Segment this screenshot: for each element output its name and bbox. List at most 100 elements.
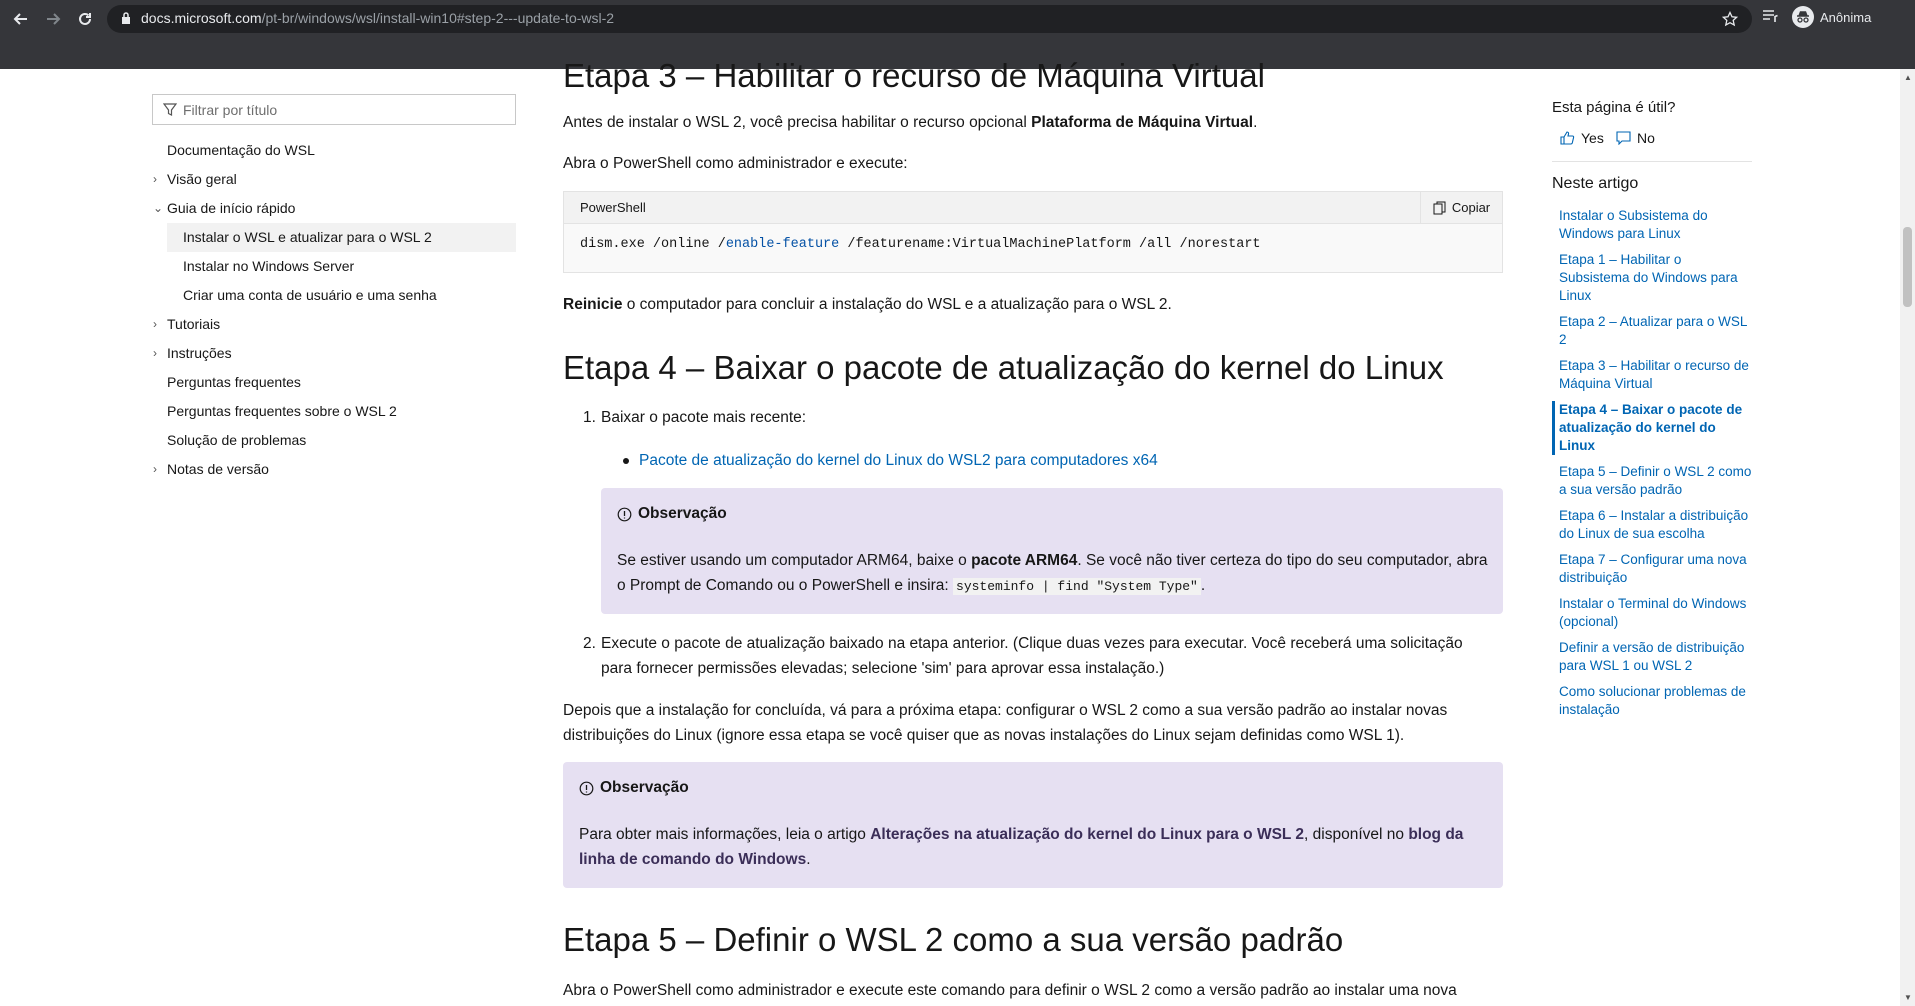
yes-label: Yes xyxy=(1581,130,1604,146)
browser-toolbar: docs.microsoft.com/pt-br/windows/wsl/ins… xyxy=(0,0,1915,69)
url-text: docs.microsoft.com/pt-br/windows/wsl/ins… xyxy=(141,10,614,26)
back-button[interactable] xyxy=(8,6,34,32)
playlist-icon xyxy=(1763,10,1778,22)
toc-item-label: Criar uma conta de usuário e uma senha xyxy=(183,287,437,303)
text: . xyxy=(1200,577,1206,594)
step3-heading: Etapa 3 – Habilitar o recurso de Máquina… xyxy=(563,57,1265,94)
toc-item-instalar-wsl[interactable]: Instalar o WSL e atualizar para o WSL 2 xyxy=(167,223,516,252)
note-title: Observação xyxy=(617,505,727,523)
step5-heading: Etapa 5 – Definir o WSL 2 como a sua ver… xyxy=(563,921,1344,958)
toc-item-visao-geral[interactable]: › Visão geral xyxy=(150,165,516,194)
code-text: dism.exe /online /enable-feature /featur… xyxy=(580,237,1261,252)
url-path: /pt-br/windows/wsl/install-win10#step-2-… xyxy=(261,10,615,26)
chat-icon xyxy=(1616,131,1631,145)
toc-item-perguntas[interactable]: Perguntas frequentes xyxy=(150,368,516,397)
copy-button[interactable]: Copiar xyxy=(1420,192,1502,223)
forward-button[interactable] xyxy=(40,6,66,32)
inline-code: systeminfo | find "System Type" xyxy=(953,578,1201,595)
toc-item-label: Perguntas frequentes xyxy=(167,374,301,390)
toc-item-notas-versao[interactable]: › Notas de versão xyxy=(150,455,516,484)
no-button[interactable]: No xyxy=(1616,130,1655,146)
toc-item-solucao[interactable]: Solução de problemas xyxy=(150,426,516,455)
reload-icon xyxy=(79,12,91,25)
rail-link[interactable]: Etapa 2 – Atualizar para o WSL 2 xyxy=(1552,313,1752,349)
note-body: Se estiver usando um computador ARM64, b… xyxy=(617,548,1493,599)
list-number: 1. xyxy=(583,409,596,426)
toc-filter-input[interactable] xyxy=(183,99,503,121)
profile-button[interactable]: Anônima xyxy=(1792,6,1871,28)
page-scrollbar[interactable]: ▲ ▼ xyxy=(1900,69,1915,1006)
code-block-header: PowerShell Copiar xyxy=(564,192,1502,224)
rail-link[interactable]: Instalar o Terminal do Windows (opcional… xyxy=(1552,595,1752,631)
text-line: Depois que a instalação for concluída, v… xyxy=(563,702,1448,719)
note-body: Para obter mais informações, leia o arti… xyxy=(579,822,1491,872)
info-icon xyxy=(617,507,632,521)
after-install-paragraph: Depois que a instalação for concluída, v… xyxy=(563,698,1503,748)
list-number: 2. xyxy=(583,635,596,652)
text-line: Execute o pacote de atualização baixado … xyxy=(601,635,1463,652)
text-line: para fornecer permissões elevadas; selec… xyxy=(601,660,1165,677)
cli-blog-link[interactable]: linha de comando do Windows xyxy=(579,851,806,868)
text: , disponível no xyxy=(1304,826,1409,843)
lock-icon xyxy=(122,12,130,24)
cli-blog-link[interactable]: blog da xyxy=(1408,826,1463,843)
reload-button[interactable] xyxy=(72,6,98,32)
rail-link[interactable]: Como solucionar problemas de instalação xyxy=(1552,683,1752,719)
rail-link[interactable]: Etapa 3 – Habilitar o recurso de Máquina… xyxy=(1552,357,1752,393)
kernel-changes-link[interactable]: Alterações na atualização do kernel do L… xyxy=(870,826,1304,843)
note-title-text: Observação xyxy=(638,505,727,522)
bookmark-star-icon[interactable] xyxy=(1722,11,1738,27)
chevron-right-icon: › xyxy=(153,172,157,186)
rail-link[interactable]: Definir a versão de distribuição para WS… xyxy=(1552,639,1752,675)
rail-link[interactable]: Etapa 1 – Habilitar o Subsistema do Wind… xyxy=(1552,251,1752,305)
media-control-button[interactable] xyxy=(1762,8,1780,29)
in-article-links: Instalar o Subsistema do Windows para Li… xyxy=(1552,207,1752,727)
toc-item-label: Instalar o WSL e atualizar para o WSL 2 xyxy=(183,229,432,245)
note-title: Observação xyxy=(579,779,689,797)
step4-heading: Etapa 4 – Baixar o pacote de atualização… xyxy=(563,349,1444,386)
scroll-up-icon[interactable]: ▲ xyxy=(1904,73,1912,82)
text: Antes de instalar o WSL 2, você precisa … xyxy=(563,114,1032,131)
toc-item-tutoriais[interactable]: › Tutoriais xyxy=(150,310,516,339)
url-host: docs.microsoft.com xyxy=(141,10,262,26)
rail-link[interactable]: Etapa 5 – Definir o WSL 2 como a sua ver… xyxy=(1552,463,1752,499)
arrow-right-icon xyxy=(47,13,61,25)
divider xyxy=(1552,161,1752,162)
list-item-text: Execute o pacote de atualização baixado … xyxy=(601,631,1503,681)
rail-link[interactable]: Etapa 6 – Instalar a distribuição do Lin… xyxy=(1552,507,1752,543)
code-token: dism.exe /online / xyxy=(580,237,726,252)
toc-item-instrucoes[interactable]: › Instruções xyxy=(150,339,516,368)
copy-icon xyxy=(1433,201,1446,214)
bold-text: Reinicie xyxy=(563,296,623,313)
in-article-title: Neste artigo xyxy=(1552,175,1639,192)
toc-item-windows-server[interactable]: Instalar no Windows Server xyxy=(150,252,516,281)
text-line: distribuições do Linux (ignore essa etap… xyxy=(563,727,1405,744)
text: Para obter mais informações, leia o arti… xyxy=(579,826,871,843)
toc-item-criar-conta[interactable]: Criar uma conta de usuário e uma senha xyxy=(150,281,516,310)
code-language-label: PowerShell xyxy=(580,200,646,215)
toc-item-perguntas-wsl2[interactable]: Perguntas frequentes sobre o WSL 2 xyxy=(150,397,516,426)
step3-instruction: Abra o PowerShell como administrador e e… xyxy=(563,155,908,172)
note-callout-arm64: Observação Se estiver usando um computad… xyxy=(601,488,1503,614)
scrollbar-thumb[interactable] xyxy=(1903,227,1912,307)
toc-item-guia-inicio[interactable]: ⌄ Guia de início rápido xyxy=(150,194,516,223)
toc-item-label: Guia de início rápido xyxy=(167,200,296,216)
rail-link[interactable]: Instalar o Subsistema do Windows para Li… xyxy=(1552,207,1752,243)
rail-link-active[interactable]: Etapa 4 – Baixar o pacote de atualização… xyxy=(1552,401,1752,455)
note-callout-kernel: Observação Para obter mais informações, … xyxy=(563,762,1503,888)
address-bar[interactable]: docs.microsoft.com/pt-br/windows/wsl/ins… xyxy=(107,5,1752,33)
feedback-question: Esta página é útil? xyxy=(1552,99,1676,116)
toc-filter-box[interactable] xyxy=(152,94,516,125)
copy-label: Copiar xyxy=(1451,200,1491,215)
toc-item-label: Tutoriais xyxy=(167,316,221,332)
kernel-update-link[interactable]: Pacote de atualização do kernel do Linux… xyxy=(639,448,1158,473)
step3-paragraph: Antes de instalar o WSL 2, você precisa … xyxy=(563,110,1257,135)
rail-link[interactable]: Etapa 7 – Configurar uma nova distribuiç… xyxy=(1552,551,1752,587)
bullet xyxy=(623,458,629,464)
yes-button[interactable]: Yes xyxy=(1560,130,1604,146)
toc-item-documentacao[interactable]: Documentação do WSL xyxy=(150,136,516,165)
toc-item-label: Instruções xyxy=(167,345,232,361)
arm64-package-link[interactable]: pacote ARM64 xyxy=(971,552,1077,569)
scroll-down-icon[interactable]: ▼ xyxy=(1904,993,1912,1002)
text: . xyxy=(806,851,811,868)
